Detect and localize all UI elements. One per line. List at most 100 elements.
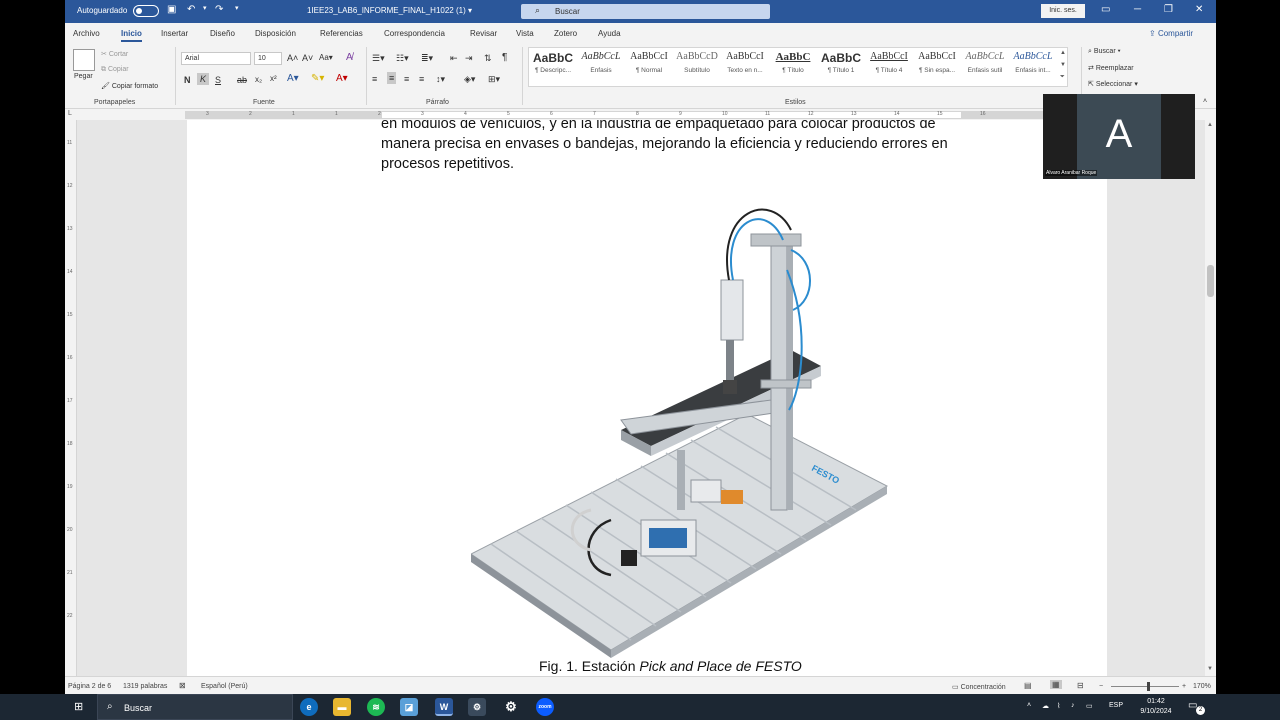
tab-revisar[interactable]: Revisar	[470, 29, 497, 38]
bold-icon[interactable]: N	[184, 75, 191, 85]
zoom-out-icon[interactable]: −	[1099, 683, 1103, 690]
language-indicator[interactable]: Español (Perú)	[201, 683, 248, 690]
select-button[interactable]: ⇱ Seleccionar ▾	[1088, 80, 1138, 88]
multilevel-list-icon[interactable]: ≣▾	[421, 53, 433, 64]
tray-onedrive-icon[interactable]: ☁	[1042, 702, 1049, 710]
style-titulo-4[interactable]: AaBbCcI ¶ Título 4	[865, 51, 913, 74]
styles-scroll-up-icon[interactable]: ▲	[1060, 50, 1066, 56]
input-language[interactable]: ESP	[1109, 702, 1123, 709]
find-button[interactable]: ⌕ Buscar ▾	[1088, 48, 1121, 56]
autosave-toggle[interactable]	[133, 5, 159, 17]
bullets-icon[interactable]: ☰▾	[372, 53, 385, 64]
font-color-icon[interactable]: A▾	[336, 73, 348, 84]
file-explorer-icon[interactable]: ▬	[333, 698, 351, 716]
tab-ayuda[interactable]: Ayuda	[598, 29, 621, 38]
numbering-icon[interactable]: ☷▾	[396, 53, 409, 64]
tray-volume-icon[interactable]: ♪	[1071, 702, 1075, 709]
collapse-ribbon-icon[interactable]: ˄	[1203, 98, 1207, 105]
tray-overflow-icon[interactable]: ˄	[1027, 702, 1031, 709]
zoom-slider[interactable]	[1111, 686, 1179, 687]
line-spacing-icon[interactable]: ↕▾	[436, 74, 445, 85]
style-titulo-1[interactable]: AaBbC ¶ Título 1	[817, 51, 865, 74]
settings-icon[interactable]: ⚙	[502, 698, 520, 716]
strikethrough-icon[interactable]: ab	[237, 75, 247, 85]
text-effects-icon[interactable]: A▾	[287, 73, 299, 84]
tab-zotero[interactable]: Zotero	[554, 29, 577, 38]
print-layout-icon[interactable]: ▦	[1050, 680, 1062, 689]
tab-correspondencia[interactable]: Correspondencia	[384, 29, 445, 38]
zoom-slider-thumb[interactable]	[1147, 682, 1150, 691]
change-case-icon[interactable]: Aa▾	[319, 53, 333, 62]
tab-disposicion[interactable]: Disposición	[255, 29, 296, 38]
clear-formatting-icon[interactable]: A̸	[346, 52, 353, 63]
proofing-icon[interactable]: ⊠	[179, 681, 186, 690]
restore-icon[interactable]: ❐	[1164, 4, 1173, 15]
scroll-down-icon[interactable]: ▼	[1207, 666, 1213, 672]
ruler-track[interactable]: 3 2 1 1 2 3 4 5 6 7 8 9 10 11 12 13 14 15 16	[185, 111, 1046, 119]
show-marks-icon[interactable]: ¶	[502, 52, 507, 63]
superscript-icon[interactable]: x²	[270, 74, 277, 83]
document-title[interactable]: 1IEE23_LAB6_INFORME_FINAL_H1022 (1) ▾	[307, 6, 472, 15]
style-enfasis-intenso[interactable]: AaBbCcL Énfasis int...	[1009, 51, 1057, 74]
read-mode-icon[interactable]: ▤	[1024, 681, 1032, 690]
font-size-combo[interactable]: 10	[254, 52, 282, 65]
windows-start-icon[interactable]: ⊞	[74, 700, 83, 713]
zoom-in-icon[interactable]: +	[1182, 683, 1186, 690]
align-right-icon[interactable]: ≡	[404, 74, 409, 84]
grow-font-icon[interactable]: A˄	[287, 53, 298, 63]
document-canvas[interactable]: en módulos de vehículos, y en la industr…	[77, 120, 1205, 676]
customize-toolbar-icon[interactable]: ▾	[235, 4, 239, 12]
underline-icon[interactable]: S	[215, 75, 221, 85]
word-count[interactable]: 1319 palabras	[123, 683, 167, 690]
taskbar-clock[interactable]: 01:42 9/10/2024	[1130, 697, 1182, 717]
increase-indent-icon[interactable]: ⇥	[465, 53, 473, 64]
tray-network-icon[interactable]: ⌇	[1057, 702, 1060, 710]
subscript-icon[interactable]: x₂	[255, 75, 262, 84]
vertical-scrollbar[interactable]: ▲ ▼	[1205, 120, 1216, 676]
tab-referencias[interactable]: Referencias	[320, 29, 363, 38]
sort-icon[interactable]: ⇅	[484, 53, 492, 64]
body-paragraph[interactable]: en módulos de vehículos, y en la industr…	[381, 120, 987, 174]
focus-mode-button[interactable]: ▭ Concentración	[952, 683, 1006, 691]
save-icon[interactable]: ▣	[167, 4, 176, 15]
search-box[interactable]: ⌕ Buscar	[521, 4, 770, 19]
shading-icon[interactable]: ◈▾	[464, 74, 475, 85]
tab-insertar[interactable]: Insertar	[161, 29, 188, 38]
style-subtitulo[interactable]: AaBbCcD Subtítulo	[673, 51, 721, 74]
tab-selector-icon[interactable]: L	[68, 110, 72, 117]
tab-vista[interactable]: Vista	[516, 29, 534, 38]
cut-button[interactable]: ✂ Cortar	[101, 50, 128, 58]
copy-button[interactable]: ⧉ Copiar	[101, 66, 129, 74]
taskbar-search[interactable]: ⌕ Buscar	[97, 694, 293, 720]
minimize-icon[interactable]: ─	[1134, 4, 1141, 15]
meeting-video-overlay[interactable]: A Alvaro Aranibar Roque	[1043, 94, 1195, 179]
word-taskbar-icon[interactable]: W	[435, 698, 453, 716]
style-texto-en-negrita[interactable]: AaBbCcI Texto en n...	[721, 51, 769, 74]
style-titulo[interactable]: AaBbC ¶ Título	[769, 51, 817, 74]
tab-diseno[interactable]: Diseño	[210, 29, 235, 38]
zoom-app-icon[interactable]: zoom	[536, 698, 554, 716]
align-center-icon[interactable]: ≡	[387, 72, 397, 84]
style-normal[interactable]: AaBbCcI ¶ Normal	[625, 51, 673, 74]
tab-inicio[interactable]: Inicio	[121, 29, 142, 42]
style-enfasis-sutil[interactable]: AaBbCcL Énfasis sutil	[961, 51, 1009, 74]
share-button[interactable]: ⇪ Compartir	[1149, 29, 1193, 38]
highlight-icon[interactable]: ✎▾	[311, 73, 324, 84]
tray-battery-icon[interactable]: ▭	[1086, 702, 1093, 710]
edge-icon[interactable]: e	[300, 698, 318, 716]
scroll-up-icon[interactable]: ▲	[1207, 122, 1213, 128]
styles-scroll-down-icon[interactable]: ▼	[1060, 62, 1066, 68]
ribbon-display-icon[interactable]: ▭	[1101, 4, 1110, 15]
close-icon[interactable]: ✕	[1195, 4, 1203, 15]
zoom-level[interactable]: 170%	[1193, 683, 1211, 690]
redo-icon[interactable]: ↷	[215, 4, 223, 15]
tools-app-icon[interactable]: ⚙	[468, 698, 486, 716]
decrease-indent-icon[interactable]: ⇤	[450, 53, 458, 64]
scroll-thumb[interactable]	[1207, 265, 1214, 297]
borders-icon[interactable]: ⊞▾	[488, 74, 500, 85]
italic-icon[interactable]: K	[197, 73, 210, 85]
tab-archivo[interactable]: Archivo	[73, 29, 100, 38]
web-layout-icon[interactable]: ⊟	[1077, 681, 1084, 690]
undo-icon[interactable]: ↶	[187, 4, 195, 15]
paste-icon[interactable]	[73, 49, 95, 71]
